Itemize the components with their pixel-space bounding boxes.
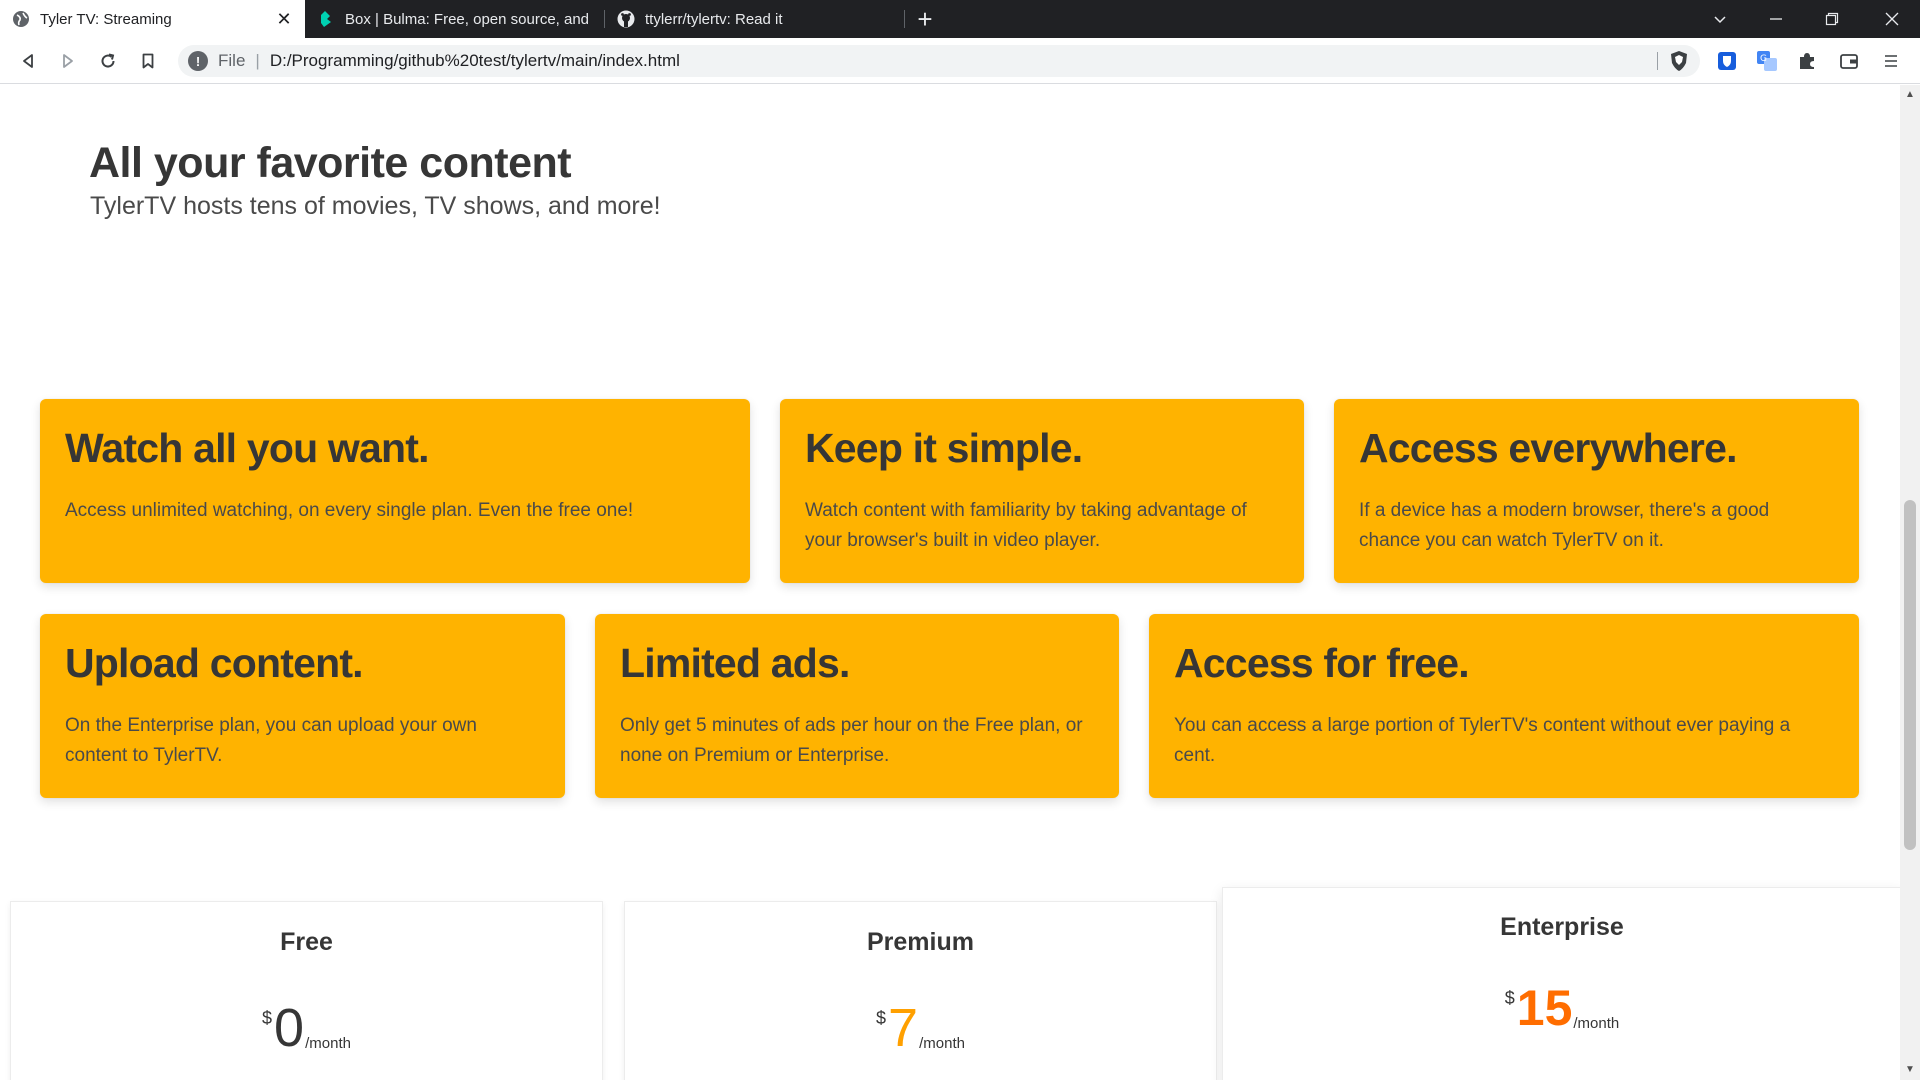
scroll-up-icon[interactable]: ▲ xyxy=(1904,89,1916,101)
tab-bulma-box[interactable]: Box | Bulma: Free, open source, and m xyxy=(305,0,605,38)
menu-icon[interactable] xyxy=(1878,48,1904,74)
translate-icon[interactable]: G xyxy=(1754,48,1780,74)
browser-toolbar: ! File | D:/Programming/github%20test/ty… xyxy=(0,38,1920,84)
info-icon[interactable]: ! xyxy=(188,51,208,71)
plan-card-free[interactable]: Free $ 0 /month xyxy=(10,901,603,1080)
globe-icon xyxy=(13,11,29,27)
brave-shield-icon[interactable] xyxy=(1668,50,1690,72)
tab-title: Box | Bulma: Free, open source, and m xyxy=(345,10,593,28)
address-bar[interactable]: ! File | D:/Programming/github%20test/ty… xyxy=(178,45,1700,77)
feature-title: Upload content. xyxy=(65,640,364,686)
feature-text: If a device has a modern browser, there'… xyxy=(1359,500,1770,551)
scroll-down-icon[interactable]: ▼ xyxy=(1904,1064,1916,1076)
close-window-icon[interactable] xyxy=(1864,0,1920,38)
price-amount: 0 xyxy=(274,998,305,1058)
feature-text: Only get 5 minutes of ads per hour on th… xyxy=(620,715,1083,766)
price-currency: $ xyxy=(262,1008,273,1028)
restore-icon[interactable] xyxy=(1804,0,1860,38)
plan-price: $ 0 /month xyxy=(11,998,602,1058)
price-amount: 7 xyxy=(888,998,919,1058)
forward-arrow-icon[interactable] xyxy=(52,45,84,77)
wallet-icon[interactable] xyxy=(1836,48,1862,74)
svg-text:G: G xyxy=(1760,54,1767,64)
feature-card-simple: Keep it simple. Watch content with famil… xyxy=(780,399,1304,583)
page-viewport: All your favorite content TylerTV hosts … xyxy=(0,85,1900,1080)
feature-title: Access for free. xyxy=(1174,640,1470,686)
scrollbar-thumb[interactable] xyxy=(1904,500,1916,850)
back-arrow-icon[interactable] xyxy=(12,45,44,77)
url-separator: | xyxy=(255,51,260,70)
page-scrollbar[interactable]: ▲ ▼ xyxy=(1900,85,1920,1080)
price-period: /month xyxy=(1573,1015,1620,1032)
feature-title: Access everywhere. xyxy=(1359,425,1737,471)
plan-name: Enterprise xyxy=(1500,913,1624,941)
plan-card-enterprise[interactable]: Enterprise $ 15 /month xyxy=(1222,887,1900,1080)
feature-card-upload: Upload content. On the Enterprise plan, … xyxy=(40,614,565,798)
hero-title: All your favorite content xyxy=(89,139,572,187)
tab-title: ttylerr/tylertv: Read it xyxy=(645,10,783,28)
bitwarden-icon[interactable] xyxy=(1714,48,1740,74)
feature-text: You can access a large portion of TylerT… xyxy=(1174,715,1791,766)
tab-tyler-tv[interactable]: Tyler TV: Streaming ✕ xyxy=(0,0,305,38)
feature-text: On the Enterprise plan, you can upload y… xyxy=(65,715,477,766)
plan-name: Free xyxy=(280,928,333,956)
tab-strip: Tyler TV: Streaming ✕ Box | Bulma: Free,… xyxy=(0,0,1920,38)
feature-card-ads: Limited ads. Only get 5 minutes of ads p… xyxy=(595,614,1119,798)
url-scheme: File xyxy=(218,51,246,70)
feature-text: Watch content with familiarity by taking… xyxy=(805,500,1247,551)
feature-text: Access unlimited watching, on every sing… xyxy=(65,500,634,521)
price-period: /month xyxy=(919,1035,965,1052)
tab-search-icon[interactable] xyxy=(1692,0,1748,38)
feature-card-watch: Watch all you want. Access unlimited wat… xyxy=(40,399,750,583)
puzzle-icon[interactable] xyxy=(1794,48,1820,74)
plan-price: $ 15 /month xyxy=(1223,982,1900,1034)
feature-card-free: Access for free. You can access a large … xyxy=(1149,614,1859,798)
feature-title: Limited ads. xyxy=(620,640,850,686)
bookmark-icon[interactable] xyxy=(132,45,164,77)
hero-subtitle: TylerTV hosts tens of movies, TV shows, … xyxy=(90,192,661,220)
plan-name: Premium xyxy=(867,928,974,956)
price-period: /month xyxy=(305,1035,351,1052)
tab-title: Tyler TV: Streaming xyxy=(40,10,172,28)
feature-title: Watch all you want. xyxy=(65,425,430,471)
github-icon xyxy=(617,10,635,28)
price-amount: 15 xyxy=(1516,980,1573,1036)
omnibox-divider xyxy=(1657,52,1658,70)
price-currency: $ xyxy=(1504,988,1515,1008)
close-tab-icon[interactable]: ✕ xyxy=(275,10,293,28)
price-currency: $ xyxy=(876,1008,887,1028)
feature-title: Keep it simple. xyxy=(805,425,1083,471)
bulma-logo-icon xyxy=(321,11,331,27)
url-text[interactable]: D:/Programming/github%20test/tylertv/mai… xyxy=(270,51,680,71)
new-tab-button[interactable]: + xyxy=(910,4,940,34)
plan-card-premium[interactable]: Premium $ 7 /month xyxy=(624,901,1217,1080)
tab-github-repo[interactable]: ttylerr/tylertv: Read it xyxy=(605,0,905,38)
reload-icon[interactable] xyxy=(92,45,124,77)
plan-price: $ 7 /month xyxy=(625,998,1216,1058)
feature-card-everywhere: Access everywhere. If a device has a mod… xyxy=(1334,399,1859,583)
minimize-icon[interactable] xyxy=(1748,0,1804,38)
